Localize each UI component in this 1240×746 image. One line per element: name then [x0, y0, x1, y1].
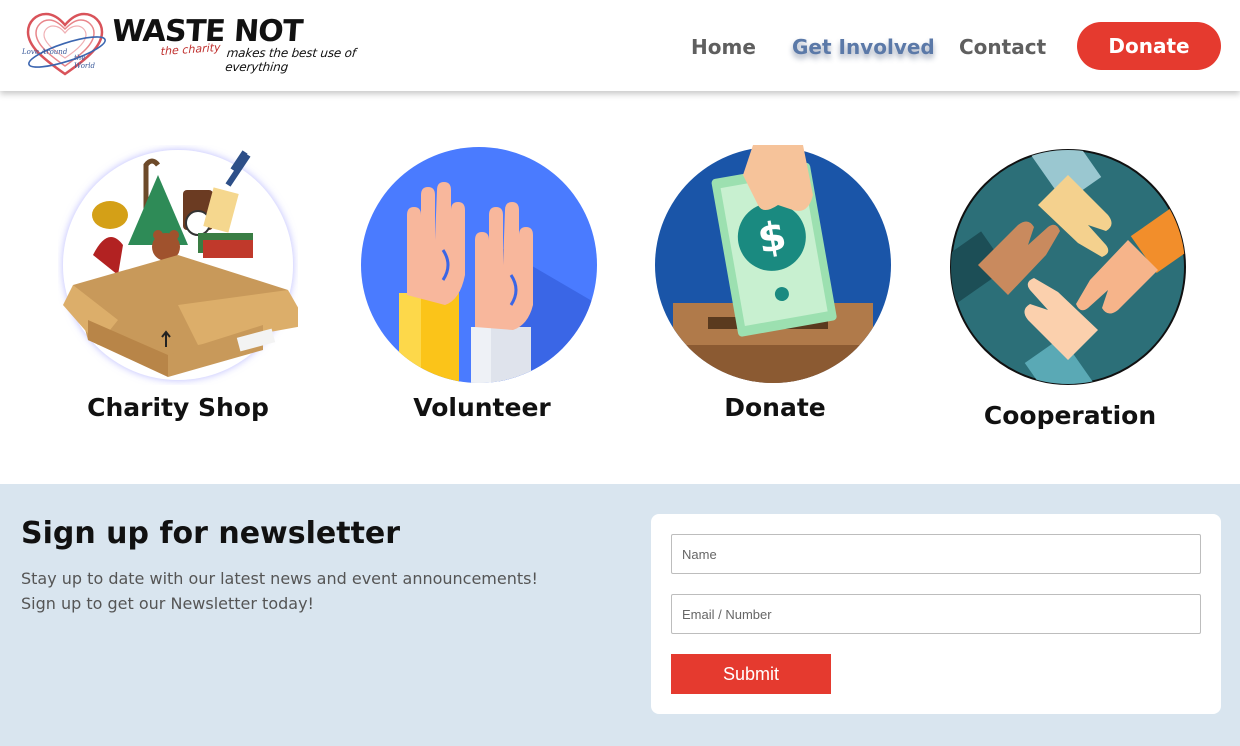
logo-text-left: Love Around [22, 48, 68, 56]
site-logo[interactable]: Love Around the World WASTE NOT the char… [20, 10, 420, 82]
nav-get-involved-link[interactable]: Get Involved [792, 34, 935, 60]
email-number-input[interactable] [671, 594, 1201, 634]
charity-box-icon [58, 145, 308, 385]
raised-hands-icon [359, 145, 599, 385]
feature-label-volunteer: Volunteer [413, 393, 551, 422]
site-header: Love Around the World WASTE NOT the char… [0, 0, 1240, 91]
money-donation-icon: $ [653, 145, 893, 385]
brand-slogan: makes the best use of everything [224, 46, 357, 74]
nav-home-link[interactable]: Home [691, 34, 756, 60]
feature-label-charity-shop: Charity Shop [87, 393, 269, 422]
newsletter-form: Submit [651, 514, 1221, 714]
feature-label-cooperation: Cooperation [983, 401, 1157, 430]
donate-button[interactable]: Donate [1077, 22, 1221, 70]
newsletter-title: Sign up for newsletter [21, 516, 401, 551]
submit-button[interactable]: Submit [671, 654, 831, 694]
brand-tagline: the charity [160, 40, 221, 59]
newsletter-section: Sign up for newsletter Stay up to date w… [0, 484, 1240, 746]
feature-label-donate: Donate [724, 393, 826, 422]
newsletter-description: Stay up to date with our latest news and… [21, 569, 538, 613]
nav-contact-link[interactable]: Contact [959, 34, 1046, 60]
cooperation-hands-icon [948, 145, 1188, 385]
name-input[interactable] [671, 534, 1201, 574]
heart-globe-logo-icon: Love Around the World [22, 10, 108, 80]
logo-text-right: the World [74, 54, 95, 70]
brand-wordmark: WASTE NOT the charity [111, 14, 303, 58]
